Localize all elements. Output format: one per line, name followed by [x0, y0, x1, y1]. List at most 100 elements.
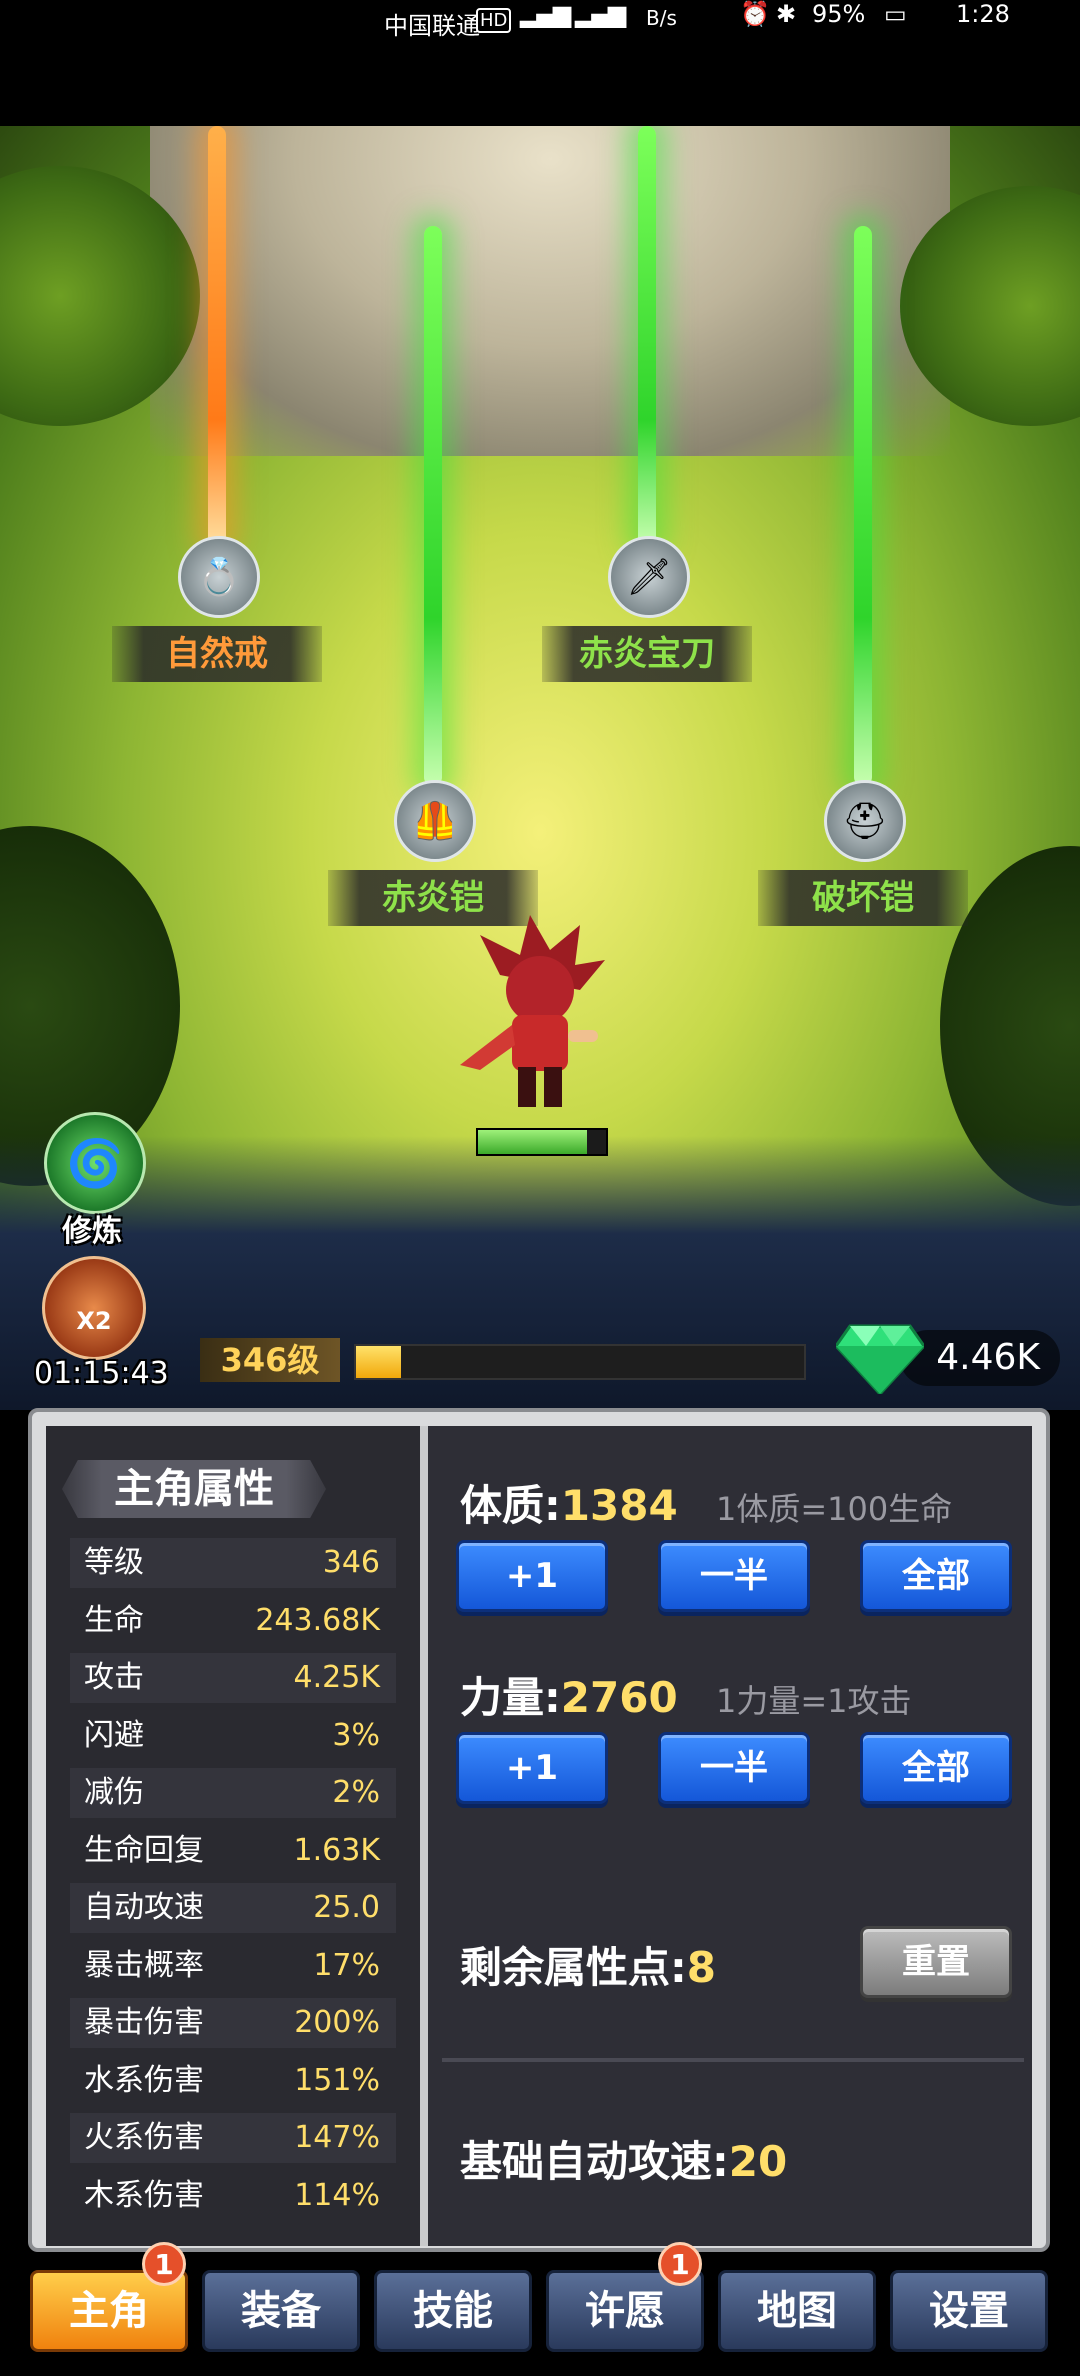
- battery-icon: ▭: [884, 0, 907, 28]
- attribute-value: 4.25K: [293, 1660, 380, 1695]
- tab-4[interactable]: 地图: [718, 2270, 876, 2352]
- attribute-row: 水系伤害 151%: [70, 2056, 396, 2106]
- attribute-value: 151%: [294, 2062, 380, 2098]
- strength-label: 力量:: [460, 1673, 561, 1722]
- attribute-row: 等级 346: [70, 1538, 396, 1588]
- beam-green: [638, 126, 656, 546]
- xp-bar: [354, 1344, 806, 1380]
- attribute-value: 2%: [332, 1775, 380, 1810]
- armor-icon[interactable]: 🦺: [394, 780, 476, 862]
- attribute-value: 243.68K: [255, 1602, 380, 1638]
- attribute-label: 生命回复: [84, 1832, 204, 1868]
- beam-green: [854, 226, 872, 786]
- alarm-icon: ⏰: [740, 0, 770, 28]
- attribute-label: 闪避: [84, 1717, 144, 1753]
- base-attack-speed-label: 基础自动攻速:: [460, 2137, 729, 2186]
- constitution-hint: 1体质=100生命: [716, 1490, 953, 1528]
- cultivate-button[interactable]: 🌀: [44, 1112, 146, 1214]
- item-label[interactable]: 破坏铠: [758, 870, 968, 926]
- attribute-label: 等级: [84, 1545, 144, 1580]
- attribute-value: 1.63K: [293, 1832, 380, 1868]
- attribute-label: 减伤: [84, 1775, 144, 1810]
- attribute-label: 暴击概率: [84, 1947, 204, 1983]
- constitution-all-button[interactable]: 全部: [860, 1540, 1012, 1612]
- constitution-label: 体质:: [460, 1481, 561, 1530]
- strength-half-button[interactable]: 一半: [658, 1732, 810, 1804]
- rock-cliff: [150, 126, 950, 456]
- tab-2[interactable]: 技能: [374, 2270, 532, 2352]
- attribute-label: 攻击: [84, 1660, 144, 1695]
- remaining-points-value: 8: [686, 1943, 717, 1992]
- attribute-value: 346: [322, 1545, 380, 1580]
- hero-hp-bar: [476, 1128, 608, 1156]
- base-attack-speed-value: 20: [728, 2137, 788, 2186]
- attribute-value: 200%: [294, 2005, 380, 2040]
- attribute-row: 火系伤害 147%: [70, 2113, 396, 2163]
- status-bar: 中国联通 HD ▂▄▆ ▂▄▆ B/s ⏰ ✱ 95% ▭ 1:28: [0, 0, 1080, 126]
- attribute-value: 3%: [332, 1717, 380, 1753]
- attribute-row: 攻击 4.25K: [70, 1653, 396, 1703]
- constitution-half-button[interactable]: 一半: [658, 1540, 810, 1612]
- attribute-row: 暴击伤害 200%: [70, 1998, 396, 2048]
- double-reward-button[interactable]: X2: [42, 1256, 146, 1360]
- attribute-row: 暴击概率 17%: [70, 1941, 396, 1991]
- remaining-points-label: 剩余属性点:: [460, 1943, 687, 1992]
- battery-percent: 95%: [812, 0, 866, 28]
- signal-icon: ▂▄▆ ▂▄▆: [520, 0, 626, 28]
- attribute-value: 17%: [313, 1947, 380, 1983]
- strength-stat: 力量:2760: [460, 1664, 678, 1725]
- hero-character: [460, 915, 605, 1107]
- strength-value: 2760: [560, 1673, 678, 1722]
- attribute-value: 114%: [294, 2177, 380, 2213]
- tab-1[interactable]: 装备: [202, 2270, 360, 2352]
- attribute-value: 147%: [294, 2120, 380, 2155]
- remaining-points: 剩余属性点:8: [460, 1934, 716, 1995]
- attribute-row: 木系伤害 114%: [70, 2171, 396, 2221]
- strength-plus-one-button[interactable]: +1: [456, 1732, 608, 1804]
- sword-icon[interactable]: 🗡: [608, 536, 690, 618]
- constitution-plus-one-button[interactable]: +1: [456, 1540, 608, 1612]
- attributes-title: 主角属性: [62, 1460, 326, 1518]
- notification-badge: 1: [142, 2242, 186, 2286]
- tab-5[interactable]: 设置: [890, 2270, 1048, 2352]
- attribute-row: 减伤 2%: [70, 1768, 396, 1818]
- notification-badge: 1: [658, 2242, 702, 2286]
- attribute-label: 木系伤害: [84, 2177, 204, 2213]
- game-scene[interactable]: 💍 自然戒 🗡 赤炎宝刀 🦺 赤炎铠 ⛑ 破坏铠: [0, 126, 1080, 1410]
- item-label[interactable]: 赤炎宝刀: [542, 626, 752, 682]
- base-attack-speed: 基础自动攻速:20: [460, 2128, 787, 2189]
- hd-icon: HD: [476, 8, 512, 33]
- clock: 1:28: [956, 0, 1010, 28]
- reset-button[interactable]: 重置: [860, 1926, 1012, 1998]
- beam-green: [424, 226, 442, 786]
- gem-icon: [836, 1324, 924, 1394]
- constitution-stat: 体质:1384: [460, 1472, 678, 1533]
- attribute-value: 25.0: [313, 1890, 380, 1925]
- attribute-row: 闪避 3%: [70, 1711, 396, 1761]
- helmet-armor-icon[interactable]: ⛑: [824, 780, 906, 862]
- ring-icon[interactable]: 💍: [178, 536, 260, 618]
- double-timer: 01:15:43: [34, 1356, 169, 1391]
- strength-hint: 1力量=1攻击: [716, 1682, 912, 1720]
- attribute-row: 生命 243.68K: [70, 1596, 396, 1646]
- attribute-label: 生命: [84, 1602, 144, 1638]
- attribute-row: 自动攻速 25.0: [70, 1883, 396, 1933]
- attribute-label: 自动攻速: [84, 1890, 204, 1925]
- net-speed-unit: B/s: [646, 6, 677, 30]
- item-label[interactable]: 自然戒: [112, 626, 322, 682]
- constitution-value: 1384: [560, 1481, 678, 1530]
- attribute-row: 生命回复 1.63K: [70, 1826, 396, 1876]
- attribute-label: 暴击伤害: [84, 2005, 204, 2040]
- gem-count: 4.46K: [900, 1330, 1060, 1386]
- strength-all-button[interactable]: 全部: [860, 1732, 1012, 1804]
- attribute-label: 火系伤害: [84, 2120, 204, 2155]
- carrier-label: 中国联通: [384, 12, 480, 40]
- beam-orange: [208, 126, 226, 546]
- x2-label: X2: [76, 1307, 112, 1335]
- attribute-label: 水系伤害: [84, 2062, 204, 2098]
- divider: [442, 2058, 1024, 2062]
- level-label: 346级: [200, 1338, 340, 1382]
- bluetooth-icon: ✱: [776, 0, 797, 28]
- cultivate-label: 修炼: [62, 1214, 122, 1249]
- swirl-icon: 🌀: [66, 1135, 124, 1190]
